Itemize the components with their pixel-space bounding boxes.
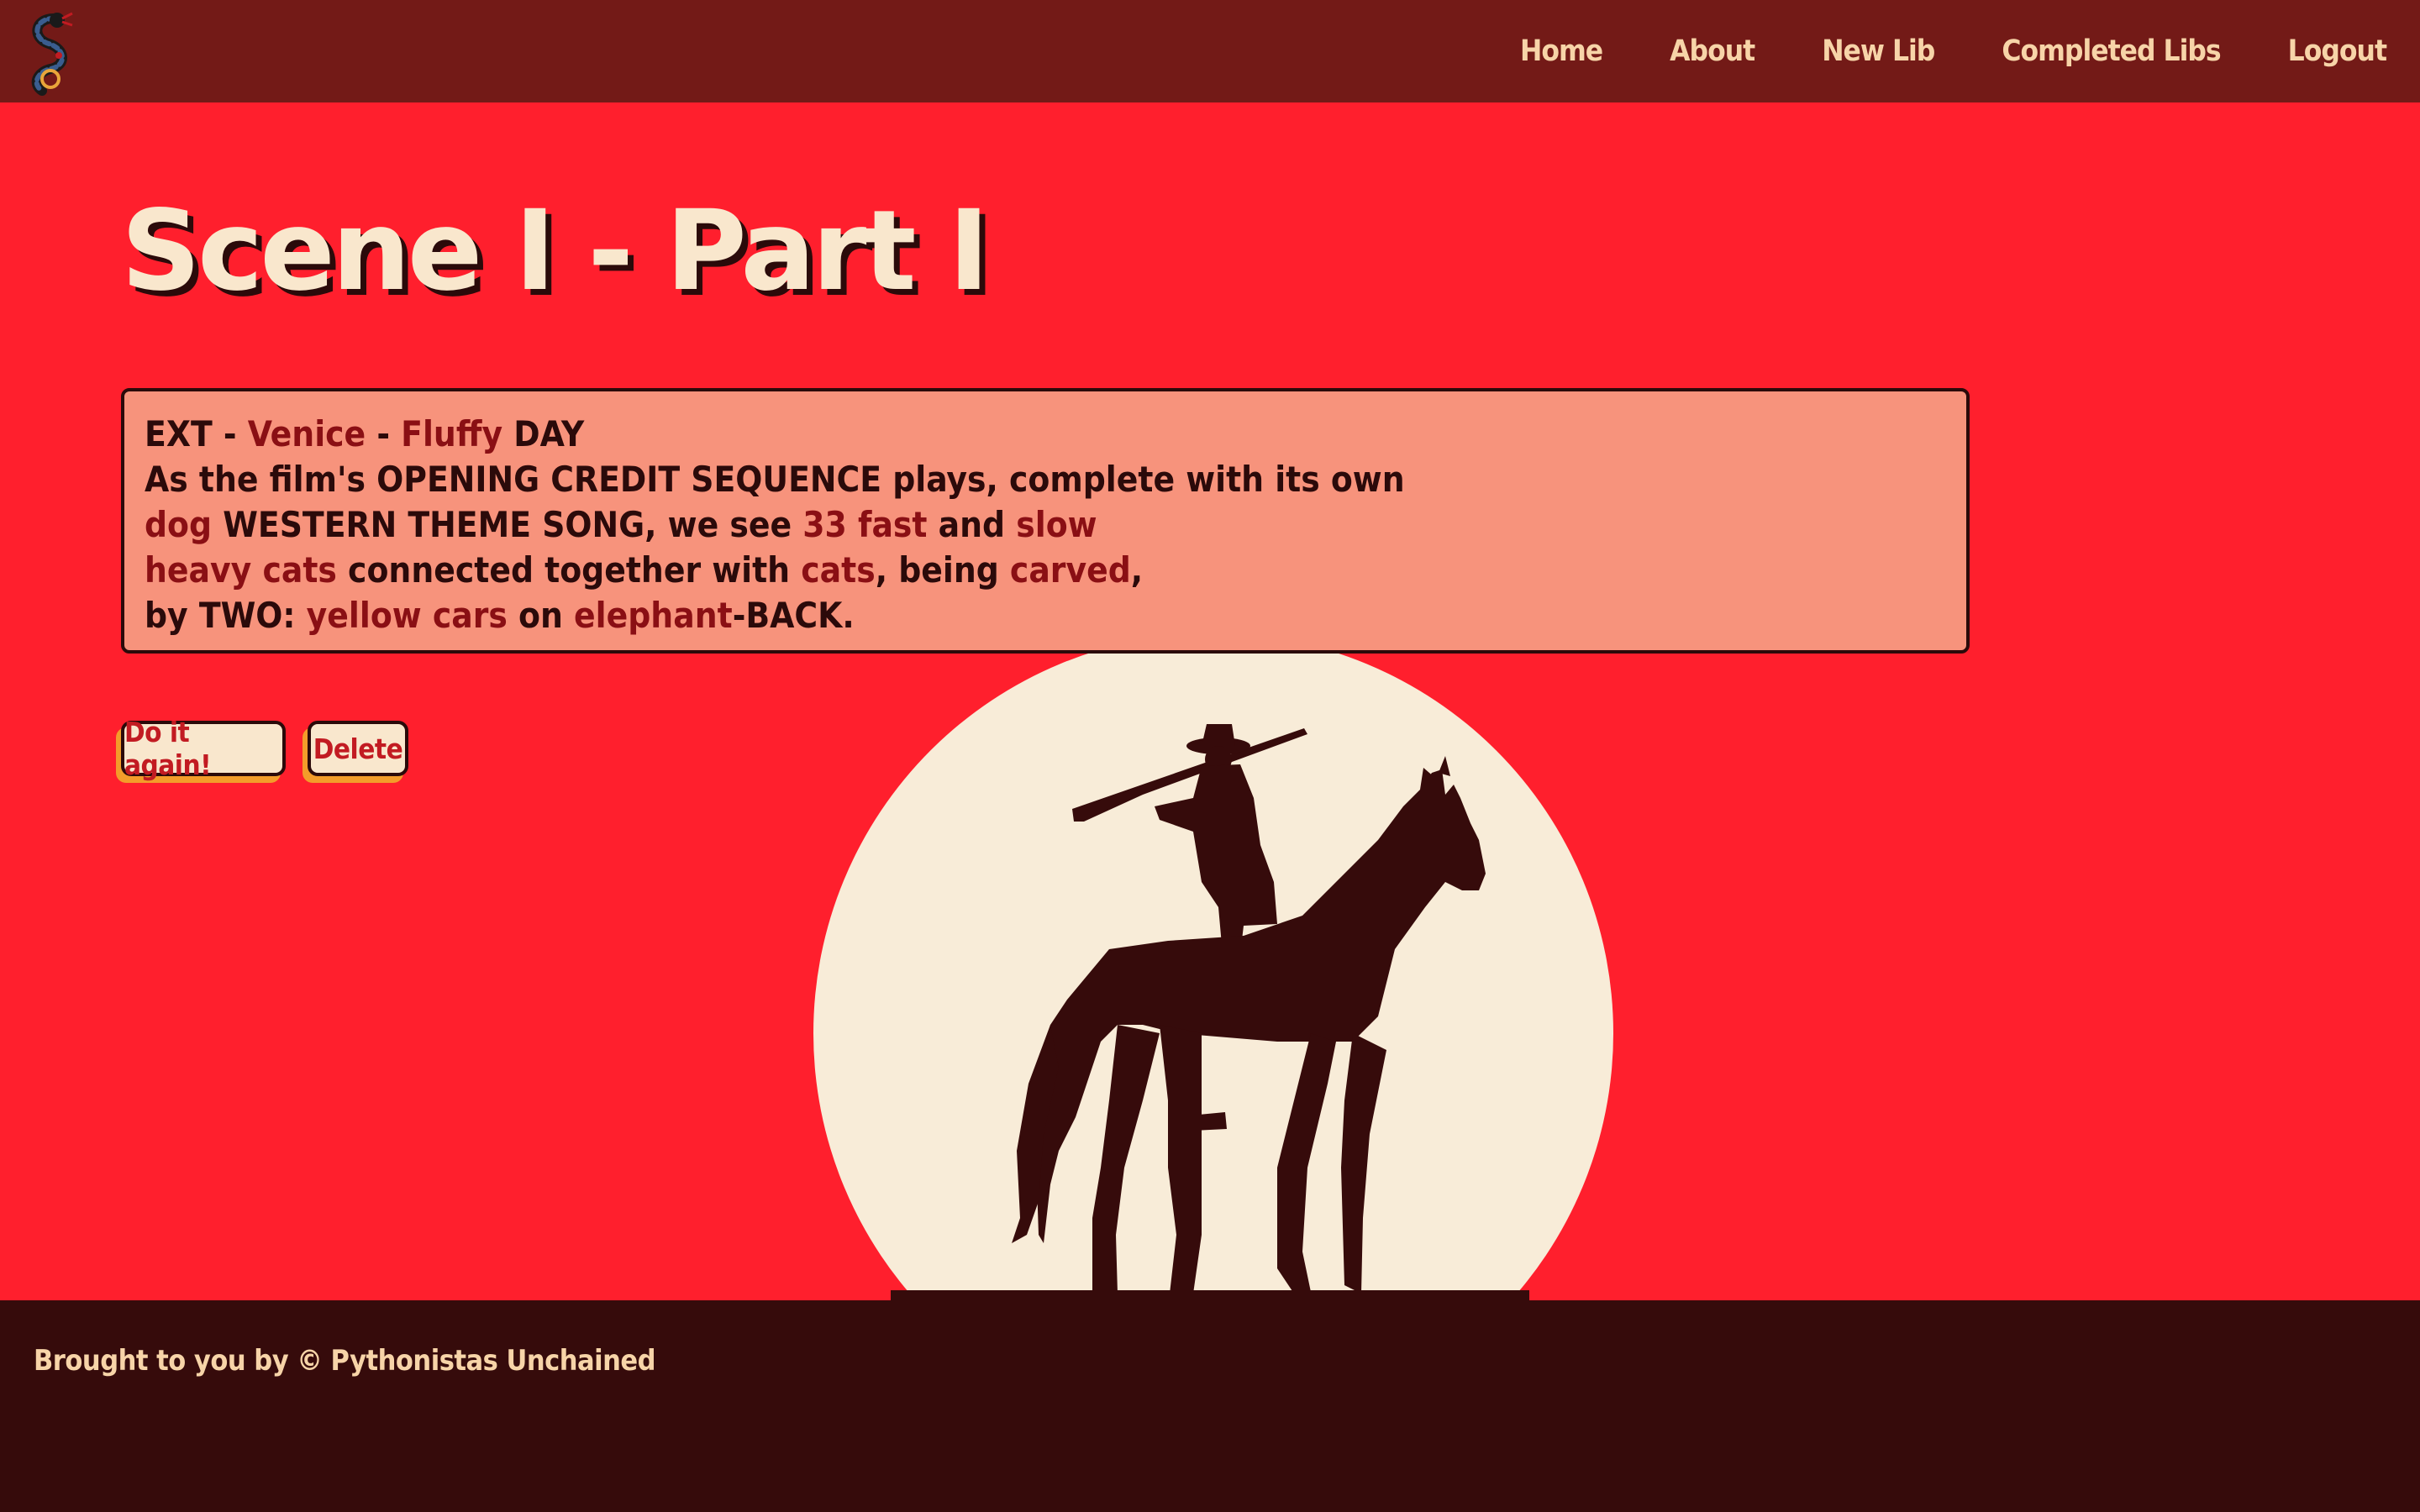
- serpent-logo-icon[interactable]: [17, 7, 89, 97]
- static-text: WESTERN THEME SONG, we see: [212, 504, 803, 545]
- madlib-word: Fluffy: [401, 413, 503, 454]
- static-text: [847, 504, 858, 545]
- madlib-word: slow: [1016, 504, 1097, 545]
- footer: Brought to you by © Pythonistas Unchaine…: [0, 1300, 2420, 1512]
- page-title: Scene I - Part I: [121, 186, 990, 316]
- madlib-word: yellow: [306, 595, 422, 636]
- footer-credit: Brought to you by © Pythonistas Unchaine…: [34, 1344, 656, 1378]
- static-text: [422, 595, 433, 636]
- static-text: -BACK.: [732, 595, 855, 636]
- static-text: on: [507, 595, 575, 636]
- scene-line-2: As the film's OPENING CREDIT SEQUENCE pl…: [145, 457, 1946, 502]
- madlib-word: Venice: [247, 413, 366, 454]
- delete-button[interactable]: Delete: [308, 721, 408, 776]
- scene-line-1: EXT - Venice - Fluffy DAY: [145, 412, 1946, 457]
- static-text: by TWO:: [145, 595, 307, 636]
- madlib-word: cars: [432, 595, 508, 636]
- madlib-word: fast: [858, 504, 928, 545]
- nav-new-lib-link[interactable]: New Lib: [1822, 34, 1935, 68]
- static-text: , being: [875, 549, 1010, 591]
- madlib-word: cats: [262, 549, 337, 591]
- do-it-again-button[interactable]: Do it again!: [121, 716, 286, 781]
- scene-line-3: dog WESTERN THEME SONG, we see 33 fast a…: [145, 502, 1946, 548]
- static-text: connected together with: [336, 549, 802, 591]
- madlib-word: heavy: [145, 549, 252, 591]
- static-text: and: [927, 504, 1017, 545]
- nav-completed-libs-link[interactable]: Completed Libs: [2002, 34, 2221, 68]
- cowboy-sunset-illustration: [813, 633, 1613, 1302]
- madlib-word: elephant: [574, 595, 733, 636]
- nav-logout-link[interactable]: Logout: [2288, 34, 2387, 68]
- static-text: -: [366, 413, 402, 454]
- static-text: DAY: [502, 413, 585, 454]
- madlib-scene-text: EXT - Venice - Fluffy DAY As the film's …: [121, 388, 1970, 654]
- scene-line-4: heavy cats connected together with cats,…: [145, 548, 1946, 593]
- navbar: Home About New Lib Completed Libs Logout: [0, 0, 2420, 102]
- madlib-word: carved: [1009, 549, 1131, 591]
- madlib-word: cats: [801, 549, 876, 591]
- scene-line-5: by TWO: yellow cars on elephant-BACK.: [145, 593, 1946, 638]
- static-text: ,: [1130, 549, 1144, 591]
- static-text: [251, 549, 262, 591]
- madlib-word: dog: [145, 504, 213, 545]
- static-text: As the film's OPENING CREDIT SEQUENCE pl…: [145, 459, 1405, 500]
- static-text: EXT -: [145, 413, 248, 454]
- madlib-word: 33: [802, 504, 847, 545]
- nav-home-link[interactable]: Home: [1520, 34, 1603, 68]
- nav-about-link[interactable]: About: [1670, 34, 1755, 68]
